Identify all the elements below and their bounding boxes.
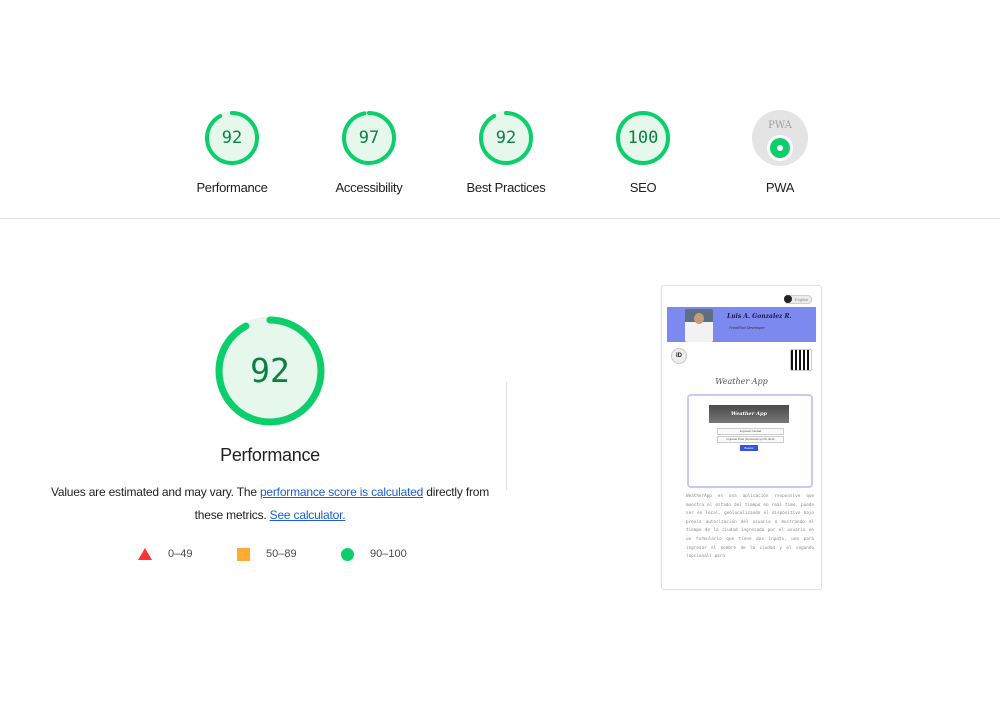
performance-main-gauge: 92: [214, 315, 326, 427]
gauge-pwa[interactable]: PWA PWA: [720, 110, 840, 195]
gauge-accessibility[interactable]: 97 Accessibility: [309, 110, 429, 195]
category-label: Accessibility: [335, 180, 403, 195]
app-title: Weather App: [715, 377, 768, 386]
final-screenshot[interactable]: English Luis A. Gonzalez R. FrontEnd Dev…: [661, 285, 822, 590]
legend-fail: 0–49: [138, 546, 192, 566]
score-value: 97: [358, 128, 380, 148]
city-input: Ingresar Ciudad: [717, 428, 784, 435]
card-header: Weather App: [709, 405, 789, 423]
score-value: 92: [495, 128, 517, 148]
circle-icon: [341, 547, 354, 561]
qr-code-icon: [790, 349, 812, 371]
search-button: Buscar: [740, 445, 758, 451]
score-ring: 92: [478, 110, 534, 166]
score-legend: 0–49 50–89 90–100: [138, 546, 438, 566]
vertical-divider: [506, 382, 507, 490]
profile-photo: [685, 309, 713, 342]
category-label: Performance: [196, 180, 268, 195]
score-ring: 97: [341, 110, 397, 166]
score-ring: 100: [615, 110, 671, 166]
gauge-seo[interactable]: 100 SEO: [583, 110, 703, 195]
triangle-icon: [138, 548, 152, 561]
id-icon: ID: [671, 348, 687, 364]
pwa-badge-icon: PWA: [752, 110, 808, 166]
gauge-best-practices[interactable]: 92 Best Practices: [446, 110, 566, 195]
country-input: Ingresar Pais (Opcional) ej:US, EUA: [717, 436, 784, 443]
legend-range: 90–100: [370, 548, 407, 560]
category-label: Best Practices: [466, 180, 546, 195]
legend-pass: 90–100: [341, 546, 407, 566]
desc-text: Values are estimated and may vary. The: [50, 485, 260, 499]
score-value: 100: [627, 128, 659, 148]
performance-description: Values are estimated and may vary. The p…: [50, 481, 490, 527]
profile-banner: Luis A. Gonzalez R. FrontEnd Developer: [667, 307, 816, 342]
legend-average: 50–89: [237, 546, 297, 566]
main-score-value: 92: [250, 351, 290, 390]
profile-name: Luis A. Gonzalez R.: [727, 313, 792, 320]
score-calculated-link[interactable]: performance score is calculated: [260, 485, 423, 499]
pwa-badge-text: PWA: [768, 120, 792, 131]
profile-subtitle: FrontEnd Developer: [729, 325, 765, 330]
score-value: 92: [221, 128, 243, 148]
gauge-performance[interactable]: 92 Performance: [172, 110, 292, 195]
performance-title: Performance: [220, 445, 320, 465]
square-icon: [237, 547, 250, 561]
legend-range: 0–49: [168, 548, 193, 560]
weather-app-preview: Weather App Ingresar Ciudad Ingresar Pai…: [687, 394, 813, 488]
category-gauges: 92 Performance 97 Accessibility 92 Best …: [0, 0, 1000, 219]
app-description: WeatherApp es una aplicación responsive …: [686, 494, 814, 560]
category-label: SEO: [629, 180, 657, 195]
pwa-installable-icon: [770, 138, 790, 158]
language-toggle: English: [784, 295, 812, 304]
category-label: PWA: [765, 180, 795, 195]
see-calculator-link[interactable]: See calculator.: [270, 508, 346, 522]
legend-range: 50–89: [266, 548, 297, 560]
toggle-label: English: [795, 297, 809, 302]
score-ring: 92: [204, 110, 260, 166]
